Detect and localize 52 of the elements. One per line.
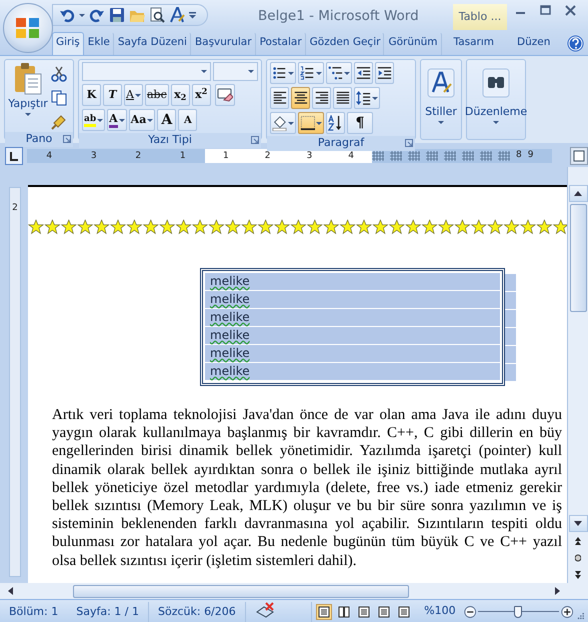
show-formatting-button[interactable]: ¶ — [347, 112, 373, 134]
ruler-number: 3 — [306, 150, 314, 163]
grow-font-button[interactable]: A — [157, 109, 176, 131]
ruler-number: 4 — [45, 150, 54, 163]
ruler-number: 1 — [178, 150, 187, 163]
strikethrough-button[interactable]: abc — [145, 84, 169, 106]
underline-button[interactable]: A — [124, 84, 143, 106]
zoom-level[interactable]: %100 — [416, 603, 464, 620]
table-cell[interactable]: melike — [205, 345, 500, 363]
paragraph-line: bulunması zor hatalara yol açar. Bu nedenle bugünün tüm büyük C ve C++ yazıl — [52, 533, 562, 552]
paragraph-line: olsa bellek sızıntısı içerir (işletim sistemleri dahil). — [52, 552, 358, 570]
page-indicator[interactable]: Sayfa: 1 / 1 — [67, 602, 149, 622]
group-label: Paragraf — [318, 135, 364, 152]
ruler-number: 1 — [222, 150, 230, 163]
shrink-font-button[interactable]: A — [178, 109, 198, 131]
horizontal-ruler[interactable]: 4 3 2 1 1 2 3 4 8 9 — [27, 149, 566, 163]
ribbon-tab[interactable]: Düzen — [505, 32, 562, 55]
ruler-number: 2 — [134, 150, 142, 163]
table-cell[interactable]: melike — [205, 273, 500, 291]
table-cell[interactable]: melike — [205, 327, 500, 345]
bold-button[interactable]: K — [82, 84, 101, 106]
section-indicator[interactable]: Bölüm: 1 — [0, 602, 68, 622]
group-label: Pano — [26, 131, 52, 148]
ruler-number: 4 — [347, 150, 355, 163]
paragraph-line: yaygın olarak kullanılmaya başlanmış bir kavramdır. C++, C gibi dillerin en büy — [52, 424, 562, 442]
italic-button[interactable]: T — [103, 84, 122, 106]
superscript-button[interactable]: x$^{2}$ — [192, 84, 211, 106]
ribbon-tab[interactable]: Tasarım — [442, 32, 505, 55]
paragraph-line: bellek yöneticiye özel metodlar yardımıyla (delete, free vs.) iade etmeniz gerekir — [52, 478, 562, 498]
change-case-button[interactable]: Aa — [128, 109, 156, 131]
paste-label: Yapıştır — [8, 96, 48, 112]
table-cell[interactable]: melike — [205, 309, 500, 327]
paragraph-line: Artık veri toplama teknolojisi Java'dan önce de var olan ama Java ile adını duyu — [52, 406, 562, 424]
ruler-number: 2 — [11, 202, 19, 215]
ruler-number: 2 — [264, 150, 272, 163]
paragraph-line: sisteminin beklenenden farklı davranmasına yol açabilir. Sızıntıların tespiti oldu — [52, 515, 562, 534]
ruler-number: 9 — [528, 149, 534, 162]
highlight-button[interactable]: ab — [82, 109, 106, 131]
paragraph-line: engellerinden birisi dinamik bellek yönetimidir. Yazılımda işaretçi (pointer) kull — [52, 442, 562, 461]
table-cell[interactable]: melike — [205, 363, 500, 381]
ruler-number: 3 — [90, 150, 98, 163]
word-count[interactable]: Sözcük: 6/206 — [148, 602, 246, 622]
paragraph-line: dinamik olarak bellek ayırdıktan sonra o bellek ile işiniz bittiğinde mutlaka ayrıl — [52, 460, 562, 479]
group-label: Yazı Tipi — [148, 132, 192, 148]
ruler-number: 8 — [516, 149, 522, 162]
font-color-button[interactable]: A — [107, 109, 127, 131]
contextual-tab-group: Tablo ... — [453, 4, 507, 30]
table-cell[interactable]: melike — [205, 291, 500, 309]
window-title: Belge1 - Microsoft Word — [258, 7, 419, 26]
ribbon-tab[interactable]: Giriş — [52, 32, 84, 55]
paragraph-line: bellek sızıntısı (Memory Leak, MLK) oluşur ve bu bir süre sonra yazılımın ve iş — [52, 497, 562, 516]
subscript-button[interactable]: x$_{2}$ — [170, 84, 190, 106]
